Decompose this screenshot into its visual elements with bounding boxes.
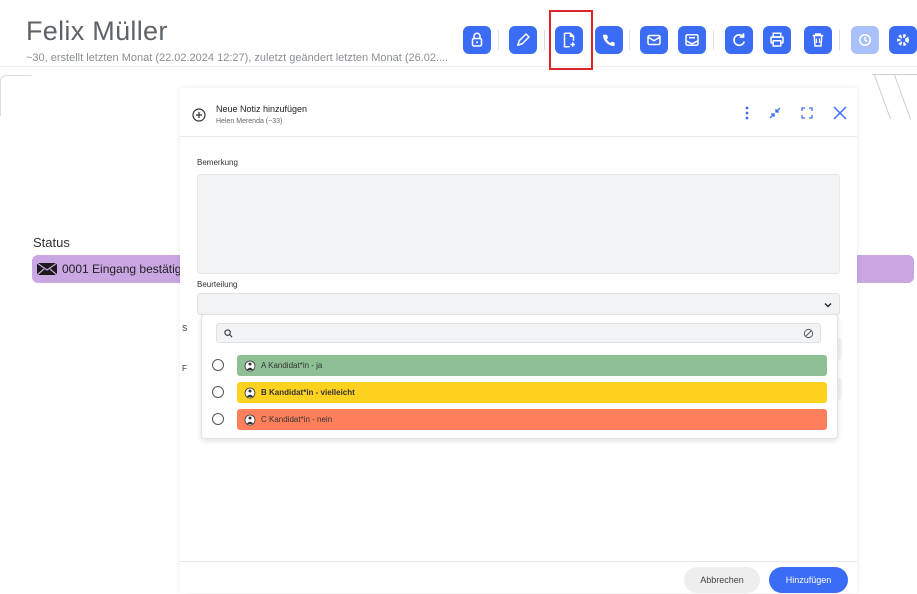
- header-divider: [0, 66, 917, 67]
- bg-tab-edge: [872, 74, 917, 119]
- toolbar-separator: [713, 30, 714, 50]
- beurteilung-select[interactable]: [197, 293, 840, 315]
- dropdown-search-input[interactable]: [216, 323, 821, 343]
- dialog-header: Neue Notiz hinzufügen Helen Merenda (~33…: [180, 88, 857, 137]
- bemerkung-label: Bemerkung: [197, 158, 238, 167]
- phone-call-icon: [603, 34, 615, 46]
- highlight-box: [549, 10, 593, 70]
- mail-open-icon: [685, 34, 699, 46]
- fullscreen-icon[interactable]: [801, 107, 813, 119]
- phone-call-button[interactable]: [595, 26, 623, 54]
- hidden-field-label: F: [182, 364, 187, 373]
- radio-button[interactable]: [212, 359, 224, 371]
- close-icon[interactable]: [833, 106, 847, 120]
- toolbar-separator: [839, 30, 840, 50]
- restore-icon: [859, 34, 871, 46]
- mail-icon: [647, 34, 661, 46]
- refresh-button[interactable]: [725, 26, 753, 54]
- delete-button[interactable]: [804, 26, 832, 54]
- bemerkung-textarea[interactable]: [197, 174, 840, 274]
- refresh-icon: [733, 33, 746, 47]
- status-badge-content: 0001 Eingang bestätigt: [36, 262, 185, 276]
- settings-button[interactable]: [889, 26, 917, 54]
- mail-open-button[interactable]: [678, 26, 706, 54]
- option-label: A Kandidat*in - ja: [261, 361, 323, 370]
- candidate-icon: [244, 387, 256, 398]
- option-c[interactable]: C Kandidat*in - nein: [212, 409, 827, 431]
- clear-icon[interactable]: [803, 328, 814, 339]
- dialog-subtitle: Helen Merenda (~33): [216, 118, 283, 125]
- edit-button[interactable]: [509, 26, 537, 54]
- settings-gear-icon: [897, 34, 909, 46]
- envelope-icon: [36, 262, 58, 276]
- candidate-icon: [244, 360, 256, 371]
- option-a[interactable]: A Kandidat*in - ja: [212, 355, 827, 377]
- print-icon: [770, 32, 784, 47]
- option-chip[interactable]: B Kandidat*in - vielleicht: [237, 382, 827, 403]
- page-title: Felix Müller: [26, 16, 168, 46]
- restore-button[interactable]: [851, 26, 879, 54]
- minimize-icon[interactable]: [769, 107, 781, 119]
- print-button[interactable]: [763, 26, 791, 54]
- cancel-button[interactable]: Abbrechen: [684, 567, 760, 593]
- status-label: Status: [33, 235, 70, 250]
- candidate-icon: [244, 414, 256, 425]
- lock-button[interactable]: [463, 26, 491, 54]
- lock-icon: [471, 32, 483, 47]
- delete-icon: [812, 33, 824, 47]
- beurteilung-label: Beurteilung: [197, 280, 238, 289]
- toolbar-separator: [498, 30, 499, 50]
- page-subtitle: ~30, erstellt letzten Monat (22.02.2024 …: [26, 52, 449, 64]
- search-icon: [224, 329, 233, 338]
- option-chip[interactable]: A Kandidat*in - ja: [237, 355, 827, 376]
- status-value: 0001 Eingang bestätigt: [62, 262, 185, 276]
- send-mail-button[interactable]: [640, 26, 668, 54]
- option-chip[interactable]: C Kandidat*in - nein: [237, 409, 827, 430]
- add-button[interactable]: Hinzufügen: [769, 567, 848, 593]
- option-label: B Kandidat*in - vielleicht: [261, 388, 355, 397]
- add-circle-icon: [192, 108, 206, 122]
- dialog-title: Neue Notiz hinzufügen: [216, 104, 308, 114]
- hidden-field-label: S: [182, 324, 188, 333]
- radio-button[interactable]: [212, 413, 224, 425]
- radio-button[interactable]: [212, 386, 224, 398]
- bg-card-edge: [0, 75, 31, 116]
- edit-pencil-icon: [517, 33, 530, 46]
- beurteilung-dropdown: A Kandidat*in - ja B Kandidat*in - viell…: [201, 314, 838, 439]
- toolbar-separator: [544, 30, 545, 50]
- more-options-icon[interactable]: [745, 106, 749, 120]
- option-b[interactable]: B Kandidat*in - vielleicht: [212, 382, 827, 404]
- toolbar-separator: [629, 30, 630, 50]
- option-label: C Kandidat*in - nein: [261, 415, 333, 424]
- chevron-down-icon: [824, 303, 832, 308]
